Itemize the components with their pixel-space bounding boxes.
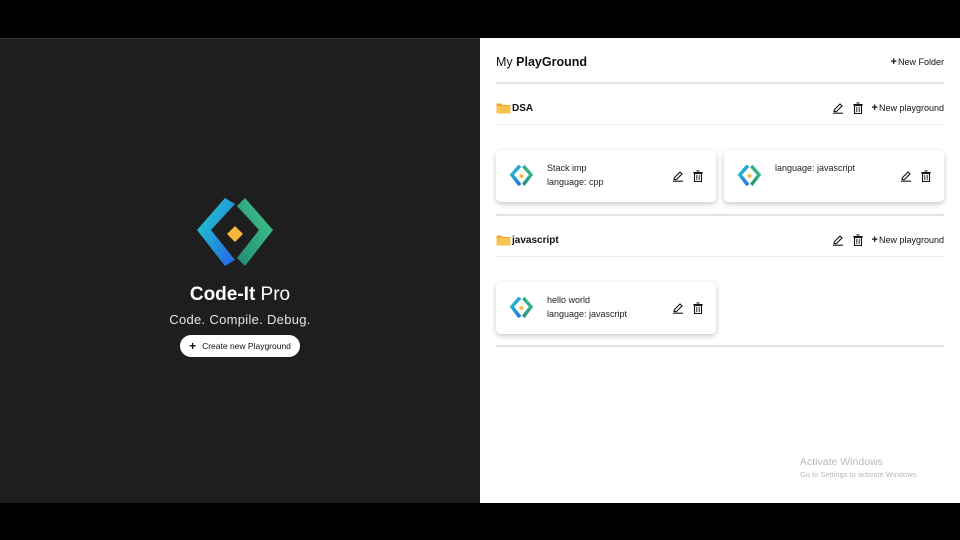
watermark-subtitle: Go to Settings to activate Windows. [800, 470, 919, 479]
brand-light: Pro [255, 284, 291, 305]
new-playground-label: New playground [878, 235, 944, 245]
playground-panel: My PlayGround + New Folder DSA + New pla… [480, 38, 960, 503]
playground-language: language: javascript [775, 163, 856, 173]
new-playground-button[interactable]: + New playground [872, 102, 944, 114]
code-it-logo-icon [509, 164, 537, 188]
folder-title: javascript [496, 234, 559, 246]
card-info: language: javascript [775, 161, 900, 175]
card-info: Stack imp language: cpp [547, 161, 672, 189]
folder-actions: + New playground [832, 102, 944, 114]
plus-icon: + [189, 339, 197, 353]
plus-icon: + [890, 56, 897, 68]
new-playground-button[interactable]: + New playground [872, 234, 944, 246]
card-actions [672, 170, 704, 182]
create-playground-label: Create new Playground [202, 341, 291, 351]
folder-icon [496, 234, 511, 246]
app-brand: Code-It Pro [190, 284, 290, 306]
new-folder-button[interactable]: + New Folder [891, 56, 944, 68]
tagline: Code. Compile. Debug. [169, 312, 311, 327]
delete-playground-icon[interactable] [920, 170, 932, 182]
divider [496, 124, 944, 125]
new-folder-label: New Folder [897, 57, 944, 67]
delete-folder-icon[interactable] [852, 234, 864, 246]
folder-header-javascript: javascript + New playground [496, 232, 944, 248]
card-actions [672, 302, 704, 314]
title-strong: PlayGround [516, 55, 587, 69]
new-playground-label: New playground [878, 103, 944, 113]
brand-strong: Code-It [189, 284, 256, 305]
folder-header-dsa: DSA + New playground [496, 100, 944, 116]
playground-header: My PlayGround + New Folder [496, 54, 944, 70]
playground-language: language: cpp [547, 177, 604, 187]
divider [496, 82, 944, 84]
plus-icon: + [871, 234, 878, 246]
code-it-logo-icon [509, 296, 537, 320]
divider [496, 345, 944, 347]
folder-title: DSA [496, 102, 533, 114]
folder-actions: + New playground [832, 234, 944, 246]
edit-folder-icon[interactable] [832, 234, 844, 246]
delete-folder-icon[interactable] [852, 102, 864, 114]
code-it-logo-icon [195, 196, 285, 272]
edit-playground-icon[interactable] [900, 170, 912, 182]
playground-card[interactable]: Stack imp language: cpp [496, 150, 716, 202]
playground-card[interactable]: language: javascript [724, 150, 944, 202]
card-actions [900, 170, 932, 182]
playground-title: Stack imp [547, 163, 587, 173]
divider [496, 256, 944, 257]
plus-icon: + [871, 102, 878, 114]
edit-folder-icon[interactable] [832, 102, 844, 114]
delete-playground-icon[interactable] [692, 302, 704, 314]
edit-playground-icon[interactable] [672, 302, 684, 314]
folder-name: DSA [512, 102, 534, 114]
code-it-logo-icon [737, 164, 765, 188]
playground-card[interactable]: hello world language: javascript [496, 282, 716, 334]
create-playground-button[interactable]: + Create new Playground [180, 335, 300, 357]
edit-playground-icon[interactable] [672, 170, 684, 182]
watermark-title: Activate Windows [800, 456, 883, 468]
divider [496, 214, 944, 216]
delete-playground-icon[interactable] [692, 170, 704, 182]
folder-name: javascript [512, 234, 559, 246]
card-info: hello world language: javascript [547, 293, 672, 321]
title-prefix: My [496, 55, 517, 69]
playground-title: hello world [547, 295, 591, 305]
welcome-panel: Code-It Pro Code. Compile. Debug. + Crea… [0, 38, 480, 503]
activate-windows-watermark: Activate Windows Go to Settings to activ… [800, 456, 918, 479]
page-title: My PlayGround [496, 55, 587, 69]
folder-icon [496, 102, 511, 114]
playground-language: language: javascript [547, 309, 628, 319]
